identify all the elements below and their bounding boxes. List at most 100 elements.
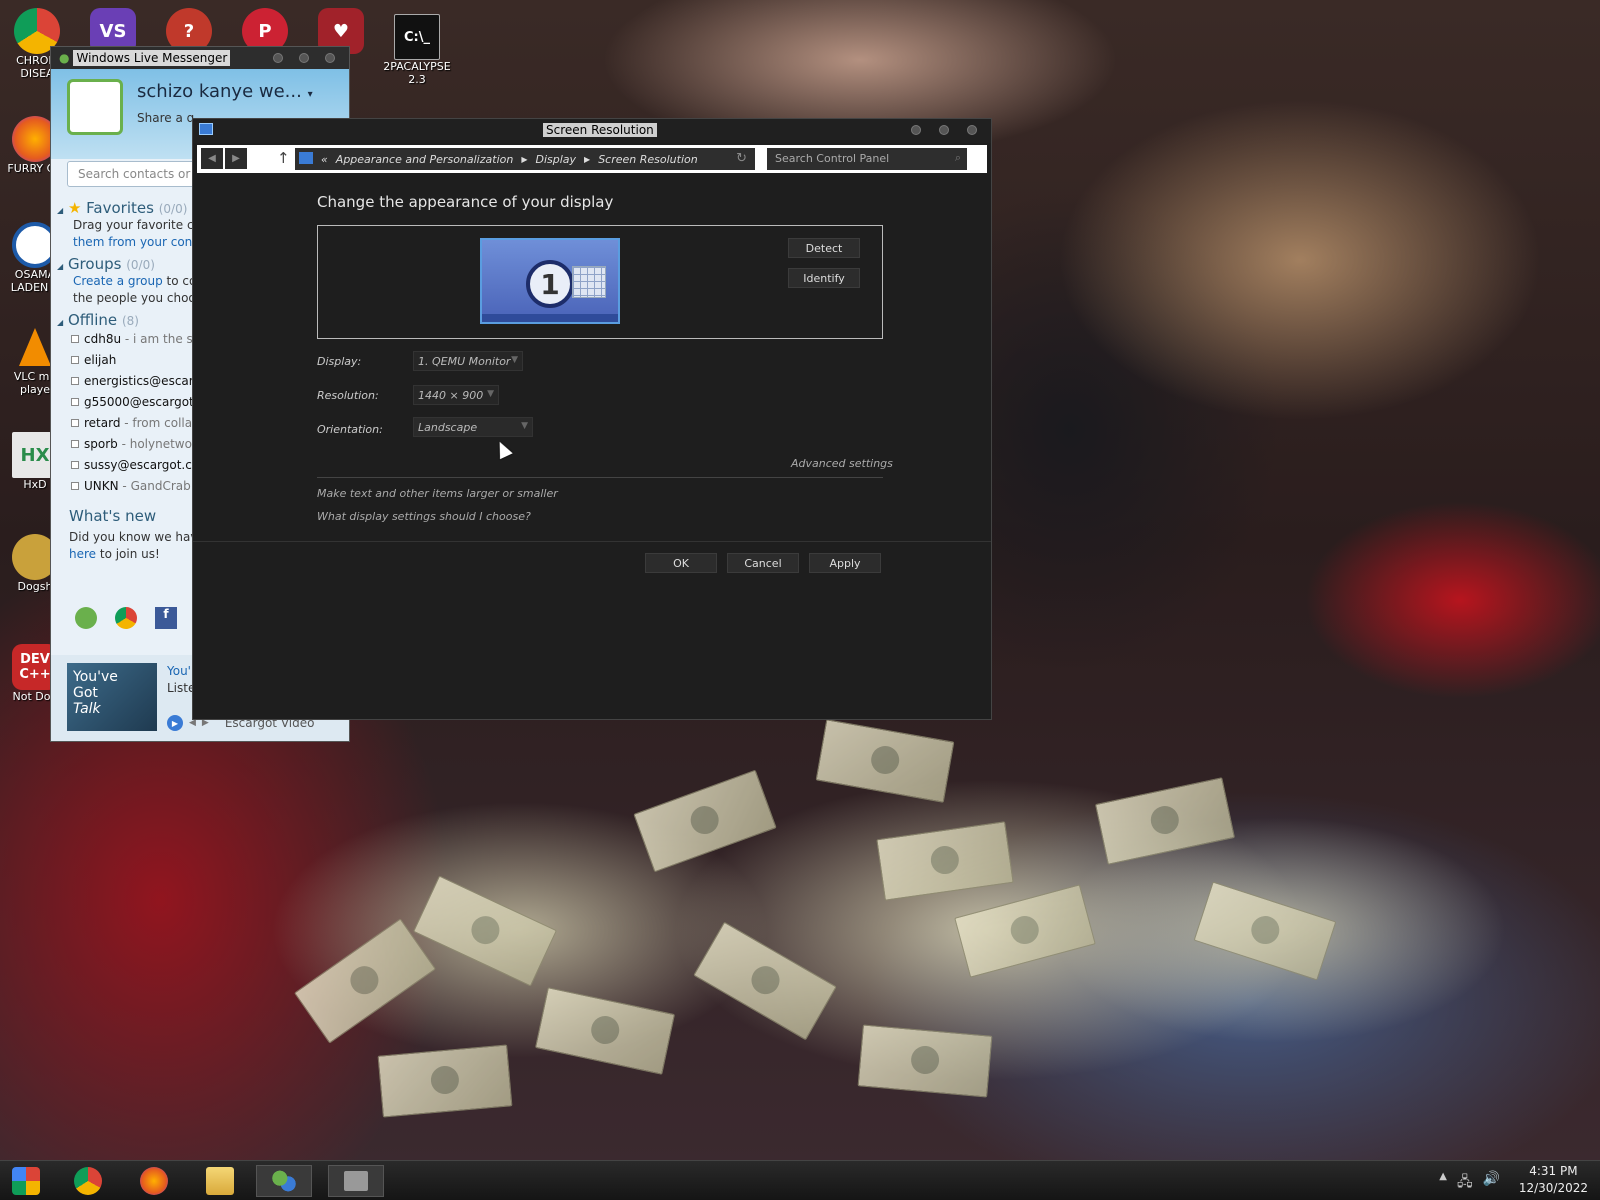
display-select[interactable]: 1. QEMU Monitor ▼ [413, 351, 523, 371]
breadcrumb-item[interactable]: Display [535, 153, 576, 166]
contact-message: - from collab [120, 416, 200, 430]
start-orb-icon [12, 1167, 40, 1195]
wallpaper-bill [633, 769, 777, 873]
messenger-title: Windows Live Messenger [73, 50, 231, 66]
ad-text: You've [73, 669, 118, 685]
group-label: Groups [67, 255, 122, 273]
ok-button[interactable]: OK [645, 553, 717, 573]
desktop-icon-2pacalypse[interactable]: C:\_ 2PACALYPSE 2.3 [382, 14, 452, 86]
contact-message: - GandCrab A [118, 479, 203, 493]
start-button[interactable] [0, 1165, 52, 1197]
messenger-titlebar[interactable]: ● Windows Live Messenger [51, 47, 349, 69]
offline-status-icon [71, 398, 79, 406]
contact-message: - i am the se [121, 332, 201, 346]
chevron-right-icon[interactable]: ▶ [584, 155, 590, 164]
monitor-grid-icon [572, 266, 606, 298]
chrome-icon[interactable] [115, 607, 137, 629]
window-titlebar[interactable]: Screen Resolution [193, 119, 991, 143]
close-button[interactable] [325, 53, 335, 63]
ad-banner[interactable]: You've Got Talk [67, 663, 157, 731]
wallpaper-bill [876, 821, 1014, 901]
wallpaper-bill [857, 1024, 993, 1098]
tray-expand-icon[interactable]: ▲ [1439, 1171, 1447, 1195]
minimize-button[interactable] [273, 53, 283, 63]
display-settings-icon [199, 123, 213, 135]
breadcrumb[interactable]: « Appearance and Personalization ▶ Displ… [295, 148, 755, 170]
orientation-select[interactable]: Landscape ▼ [413, 417, 533, 437]
search-icon[interactable]: ⌕ [955, 151, 961, 165]
address-bar: ◀ ▶ ↑ « Appearance and Personalization ▶… [197, 145, 987, 173]
news-link[interactable]: here [69, 547, 96, 561]
collapse-triangle-icon: ◢ [57, 206, 64, 215]
status-message[interactable]: Share a q [137, 111, 194, 125]
text-size-link[interactable]: Make text and other items larger or smal… [317, 487, 558, 500]
group-count: (0/0) [126, 258, 155, 272]
maximize-button[interactable] [299, 53, 309, 63]
display-name-text: schizo kanye we... [137, 81, 302, 102]
refresh-icon[interactable]: ↻ [736, 151, 747, 166]
taskbar-messenger[interactable] [256, 1165, 312, 1197]
resolution-select[interactable]: 1440 × 900 ▼ [413, 385, 499, 405]
maximize-button[interactable] [939, 125, 949, 135]
breadcrumb-item[interactable]: Screen Resolution [598, 153, 698, 166]
offline-status-icon [71, 377, 79, 385]
system-tray: ▲ 🖧 🔊 [1439, 1171, 1500, 1195]
desktop-icon-label: 2PACALYPSE 2.3 [383, 60, 451, 86]
news-line-end: to join us! [96, 547, 160, 561]
contact-name: cdh8u [84, 332, 122, 346]
search-control-panel-input[interactable]: Search Control Panel ⌕ [767, 148, 967, 170]
group-label: Offline [67, 311, 118, 329]
create-group-link[interactable]: Create a group [73, 274, 163, 288]
display-help-link[interactable]: What display settings should I choose? [317, 510, 531, 523]
screen-resolution-window: Screen Resolution ◀ ▶ ↑ « Appearance and… [192, 118, 992, 720]
wallpaper-bill [815, 719, 955, 803]
taskbar-firefox[interactable] [126, 1165, 182, 1197]
monitor-1-tile[interactable]: 1 [480, 238, 620, 324]
ad-text: Talk [73, 701, 101, 717]
taskbar-chrome[interactable] [60, 1165, 116, 1197]
group-count: (8) [121, 314, 139, 328]
taskbar-control-panel[interactable] [328, 1165, 384, 1197]
detect-button[interactable]: Detect [788, 238, 860, 258]
chevron-down-icon[interactable]: ▾ [308, 89, 313, 100]
wallpaper-bill [693, 921, 837, 1041]
cancel-button[interactable]: Cancel [727, 553, 799, 573]
apply-button[interactable]: Apply [809, 553, 881, 573]
taskbar-explorer[interactable] [192, 1165, 248, 1197]
forward-button[interactable]: ▶ [225, 148, 247, 169]
group-count: (0/0) [158, 202, 188, 216]
resolution-label: Resolution: [317, 389, 379, 402]
facebook-icon[interactable]: f [155, 607, 177, 629]
breadcrumb-item[interactable]: Appearance and Personalization [336, 153, 514, 166]
group-label: Favorites [86, 199, 154, 217]
network-icon[interactable]: 🖧 [1457, 1171, 1473, 1195]
display-select-value: 1. QEMU Monitor [418, 355, 511, 368]
close-button[interactable] [967, 125, 977, 135]
page-title: Change the appearance of your display [317, 193, 614, 211]
identify-button[interactable]: Identify [788, 268, 860, 288]
avatar[interactable] [67, 79, 123, 135]
orientation-label: Orientation: [317, 423, 383, 436]
up-arrow-icon[interactable]: ↑ [277, 149, 290, 167]
contact-name: energistics@escarg [84, 374, 202, 388]
minimize-button[interactable] [911, 125, 921, 135]
wallpaper-bill [1094, 777, 1236, 865]
advanced-settings-link[interactable]: Advanced settings [791, 457, 893, 470]
resolution-select-value: 1440 × 900 [418, 389, 484, 402]
clock[interactable]: 4:31 PM 12/30/2022 [1519, 1163, 1588, 1197]
contact-name: UNKN [84, 479, 119, 493]
taskbar: ▲ 🖧 🔊 4:31 PM 12/30/2022 [0, 1160, 1600, 1200]
display-name[interactable]: schizo kanye we... ▾ [137, 81, 313, 102]
messenger-icon[interactable] [75, 607, 97, 629]
window-title: Screen Resolution [543, 123, 657, 137]
breadcrumb-overflow-icon[interactable]: « [321, 153, 328, 166]
contact-name: elijah [84, 353, 117, 367]
social-icons: f [75, 607, 177, 629]
chevron-right-icon[interactable]: ▶ [521, 155, 527, 164]
collapse-triangle-icon: ◢ [57, 262, 64, 271]
volume-icon[interactable]: 🔊 [1483, 1171, 1500, 1195]
messenger-buddy-icon: ● [59, 51, 70, 65]
back-button[interactable]: ◀ [201, 148, 223, 169]
play-icon[interactable]: ▶ [167, 715, 183, 731]
folder-icon [206, 1167, 234, 1195]
